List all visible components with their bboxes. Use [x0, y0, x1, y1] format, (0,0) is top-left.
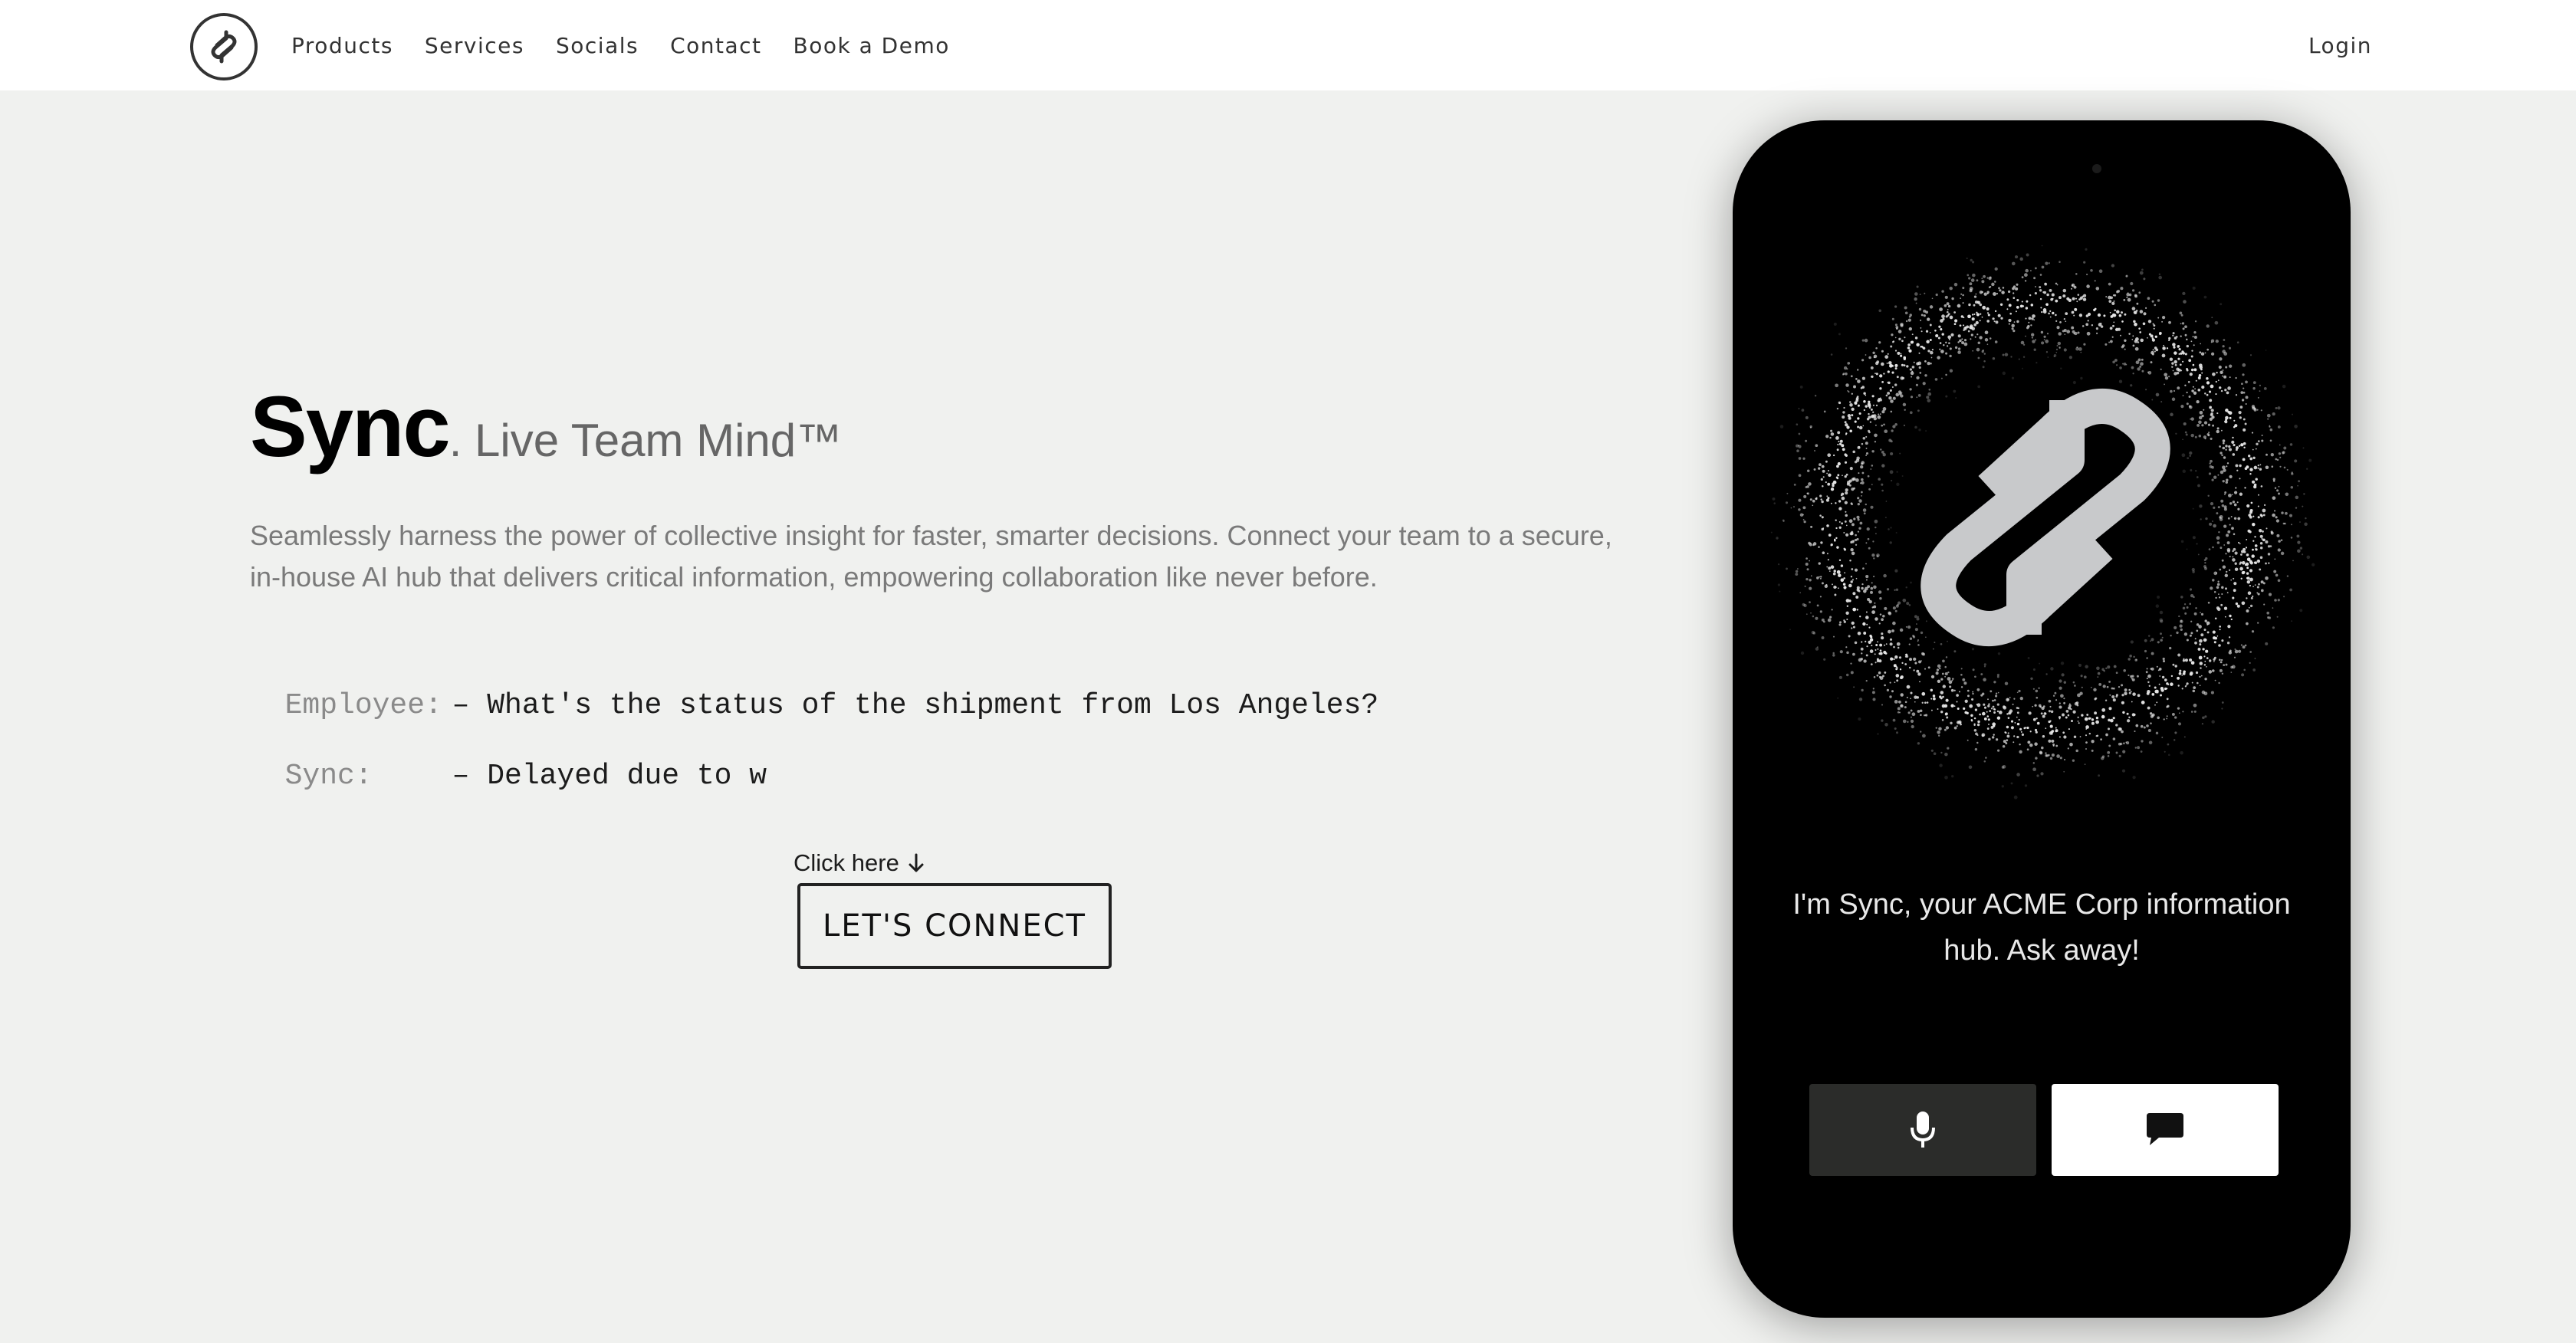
click-hint-text: Click here — [794, 849, 899, 876]
tagline: . Live Team Mind™ — [449, 415, 843, 466]
sync-logo-icon[interactable] — [190, 13, 258, 80]
particle-dots — [1770, 245, 2315, 800]
nav-item-contact[interactable]: Contact — [670, 33, 761, 58]
text-chat-button[interactable] — [2052, 1084, 2279, 1176]
sync-s-logo-icon — [1921, 389, 2170, 646]
chat-bubble-icon — [2147, 1113, 2183, 1145]
nav-item-book-a-demo[interactable]: Book a Demo — [794, 33, 950, 58]
phone-camera — [2092, 164, 2101, 173]
login-link[interactable]: Login — [2308, 0, 2372, 90]
lets-connect-button[interactable]: LET'S CONNECT — [797, 883, 1112, 969]
speaker-label: Sync: — [284, 760, 373, 793]
arrow-down-icon — [909, 853, 924, 872]
brand-name: Sync — [250, 379, 451, 474]
message-text: – What's the status of the shipment from… — [452, 689, 1379, 722]
voice-input-button[interactable] — [1809, 1084, 2036, 1176]
conversation-line: Sync: – Delayed due to w — [250, 727, 767, 793]
hero-description: Seamlessly harness the power of collecti… — [250, 520, 1612, 593]
sync-particle-ring — [1770, 245, 2315, 800]
sync-intro-text: I'm Sync, your ACME Corp information hub… — [1792, 888, 2291, 967]
microphone-icon — [1911, 1112, 1935, 1148]
speaker-label: Employee: — [284, 689, 442, 722]
conversation-line: Employee: – What's the status of the ship… — [250, 656, 1379, 722]
nav-item-products[interactable]: Products — [291, 33, 393, 58]
nav-item-services[interactable]: Services — [425, 33, 524, 58]
click-hint: Click here — [794, 849, 925, 877]
hero-title: Sync. Live Team Mind™ — [250, 377, 842, 476]
top-navigation-bar: Products Services Socials Contact Book a… — [0, 0, 2576, 90]
main-nav: Products Services Socials Contact Book a… — [291, 0, 950, 90]
nav-item-socials[interactable]: Socials — [556, 33, 639, 58]
message-text: – Delayed due to w — [452, 760, 767, 793]
